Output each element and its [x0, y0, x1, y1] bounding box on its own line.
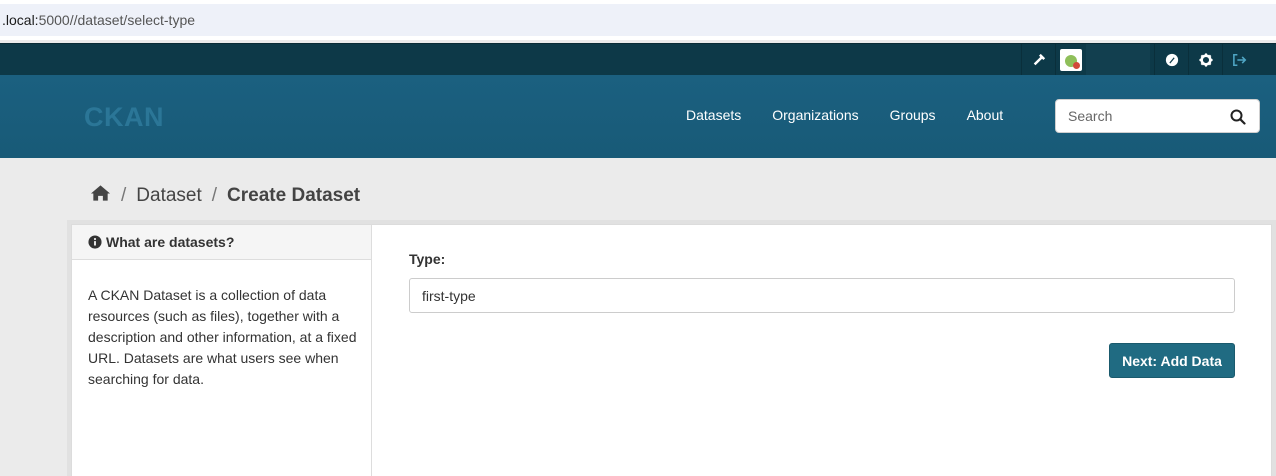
breadcrumb-separator: /	[211, 185, 218, 206]
home-icon[interactable]	[90, 184, 111, 208]
next-add-data-button[interactable]: Next: Add Data	[1109, 343, 1235, 378]
main-navigation: Datasets Organizations Groups About	[686, 105, 1003, 125]
nav-about[interactable]: About	[967, 105, 1004, 125]
search-icon[interactable]	[1229, 108, 1247, 126]
sidebar-title: What are datasets?	[106, 234, 235, 250]
account-menu	[1021, 44, 1256, 76]
user-avatar	[1060, 49, 1082, 71]
account-masthead	[0, 43, 1276, 76]
url-host: .local:	[2, 12, 39, 28]
user-account-link[interactable]	[1055, 44, 1154, 76]
site-search-form	[1055, 99, 1260, 133]
nav-organizations[interactable]: Organizations	[772, 105, 858, 125]
info-icon	[88, 235, 102, 249]
sysadmin-hammer-icon[interactable]	[1021, 44, 1055, 76]
breadcrumb-dataset[interactable]: Dataset	[136, 185, 201, 207]
type-label: Type:	[409, 251, 446, 267]
nav-datasets[interactable]: Datasets	[686, 105, 741, 125]
site-header: CKAN Datasets Organizations Groups About	[0, 75, 1276, 158]
sidebar-module-heading: What are datasets?	[72, 225, 371, 260]
breadcrumb-current: Create Dataset	[227, 185, 361, 206]
main-wrapper: What are datasets? A CKAN Dataset is a c…	[71, 224, 1272, 476]
sidebar-description: A CKAN Dataset is a collection of data r…	[88, 287, 357, 387]
sidebar: What are datasets? A CKAN Dataset is a c…	[72, 225, 372, 476]
search-input[interactable]	[1056, 108, 1221, 124]
breadcrumb-separator: /	[121, 185, 127, 206]
logout-icon[interactable]	[1222, 44, 1256, 76]
type-field[interactable]	[409, 278, 1235, 313]
settings-gear-icon[interactable]	[1188, 44, 1222, 76]
url-path: 5000//dataset/select-type	[38, 12, 196, 28]
main-content: Type: Next: Add Data	[373, 225, 1271, 476]
breadcrumb: / Dataset / Create Dataset	[90, 184, 360, 208]
site-logo[interactable]: CKAN	[84, 102, 164, 133]
nav-groups[interactable]: Groups	[890, 105, 936, 125]
browser-url-bar: .local: 5000//dataset/select-type	[0, 0, 1276, 40]
user-name-masked	[1086, 44, 1150, 76]
dashboard-icon[interactable]	[1154, 44, 1188, 76]
url-field[interactable]: .local: 5000//dataset/select-type	[0, 4, 1276, 36]
